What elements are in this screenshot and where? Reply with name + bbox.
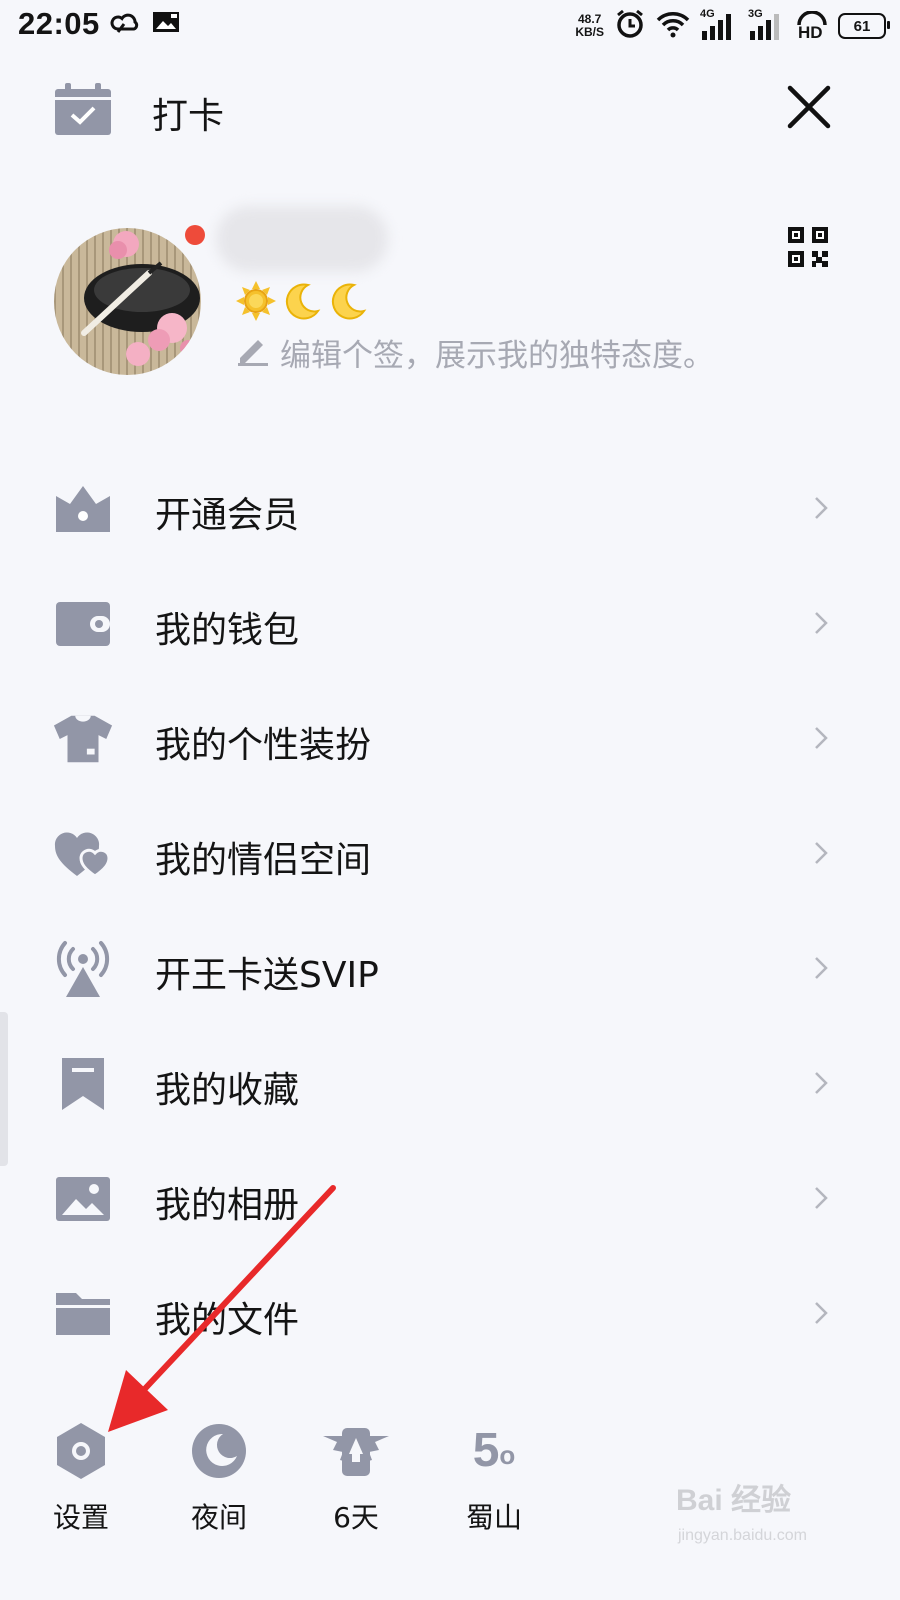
- watermark-url: jingyan.baidu.com: [678, 1527, 807, 1544]
- chevron-right-icon: [813, 840, 829, 870]
- cloud-sync-icon: [110, 10, 140, 38]
- menu-item-label: 我的钱包: [155, 610, 300, 651]
- sun-icon: [236, 281, 276, 325]
- status-left-icons: [110, 10, 180, 38]
- wifi-icon: [656, 10, 690, 42]
- crown-icon: [52, 480, 114, 538]
- checkin-streak-label: 6天: [333, 1501, 379, 1534]
- menu-item-wallet[interactable]: 我的钱包: [0, 567, 900, 682]
- battery-indicator: 61: [838, 13, 890, 39]
- username-blurred: [216, 206, 388, 272]
- calendar-check-icon[interactable]: [55, 83, 111, 139]
- degree-icon: o: [499, 1440, 516, 1470]
- signal-4g-icon: 4G: [700, 8, 738, 41]
- hearts-icon: [52, 825, 114, 883]
- night-mode-label: 夜间: [190, 1501, 247, 1534]
- signature-field[interactable]: 编辑个签，展示我的独特态度。: [236, 330, 714, 375]
- bookmark-icon: [52, 1055, 114, 1113]
- image-notification-icon: [152, 10, 180, 38]
- chevron-right-icon: [813, 725, 829, 755]
- signal-tower-icon: [52, 940, 114, 998]
- weather-button[interactable]: 5o 蜀山: [444, 1420, 544, 1536]
- checkin-label[interactable]: 打卡: [152, 87, 224, 139]
- menu-item-label: 我的收藏: [155, 1070, 300, 1111]
- annotation-arrow: [100, 1180, 340, 1444]
- level-badges[interactable]: [236, 281, 368, 325]
- menu-item-label: 开王卡送SVIP: [155, 955, 379, 996]
- notification-dot: [185, 225, 205, 245]
- moon-icon: [328, 281, 368, 325]
- status-right-icons: 48.7 KB/S 4G 3G HD 61: [575, 8, 890, 44]
- network-speed: 48.7 KB/S: [575, 13, 604, 39]
- chevron-right-icon: [813, 1300, 829, 1330]
- status-time: 22:05: [18, 6, 100, 41]
- menu-item-label: 我的情侣空间: [155, 840, 372, 881]
- edge-handle[interactable]: [0, 1012, 8, 1166]
- menu-item-label: 开通会员: [155, 495, 300, 536]
- qr-code-icon[interactable]: [788, 227, 828, 271]
- pencil-icon: [236, 332, 270, 374]
- menu-item-personalize[interactable]: 我的个性装扮: [0, 682, 900, 797]
- chevron-right-icon: [813, 495, 829, 525]
- menu-item-label: 我的个性装扮: [155, 725, 372, 766]
- weather-city-label: 蜀山: [465, 1501, 522, 1534]
- weather-temperature: 5o: [444, 1420, 544, 1482]
- chevron-right-icon: [813, 955, 829, 985]
- tshirt-icon: [52, 710, 114, 768]
- watermark-brand: Bai 经验: [676, 1484, 792, 1517]
- signature-placeholder: 编辑个签，展示我的独特态度。: [280, 338, 714, 374]
- chevron-right-icon: [813, 1185, 829, 1215]
- chevron-right-icon: [813, 610, 829, 640]
- alarm-icon: [614, 8, 646, 44]
- network-speed-unit: KB/S: [575, 25, 604, 39]
- signal-3g-icon: 3G: [748, 8, 786, 41]
- moon-icon: [282, 281, 322, 325]
- menu-item-vip[interactable]: 开通会员: [0, 452, 900, 567]
- menu-item-couple-space[interactable]: 我的情侣空间: [0, 797, 900, 912]
- close-icon[interactable]: [786, 84, 832, 130]
- chevron-right-icon: [813, 1070, 829, 1100]
- menu-item-king-card[interactable]: 开王卡送SVIP: [0, 912, 900, 1027]
- weather-temperature-number: 5: [472, 1424, 500, 1477]
- settings-label: 设置: [52, 1501, 109, 1534]
- avatar[interactable]: [54, 228, 201, 375]
- hd-label: HD: [798, 23, 823, 42]
- menu-item-favorites[interactable]: 我的收藏: [0, 1027, 900, 1142]
- battery-level: 61: [853, 17, 871, 35]
- weather-temperature-value: 5o: [473, 1420, 516, 1482]
- hd-call-icon: HD: [796, 11, 828, 42]
- wallet-icon: [52, 595, 114, 653]
